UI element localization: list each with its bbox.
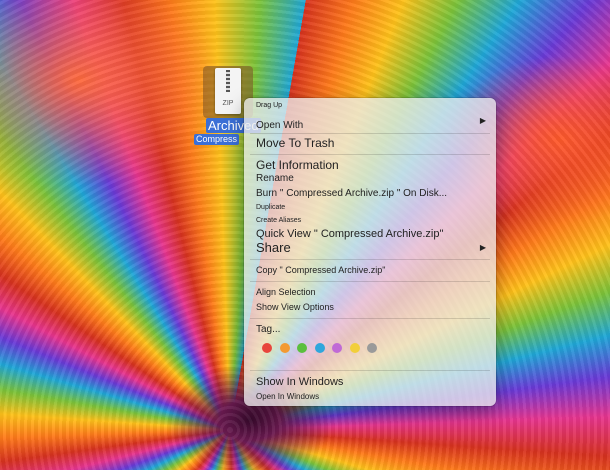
zipper-graphic (226, 70, 230, 92)
menu-separator (250, 259, 490, 260)
menu-item-show-view-options[interactable]: Show View Options (256, 302, 334, 312)
menu-item-create-aliases[interactable]: Create Aliases (256, 217, 301, 224)
menu-item-move-to-trash[interactable]: Move To Trash (256, 136, 334, 150)
menu-item-rename[interactable]: Rename (256, 173, 294, 184)
menu-item-get-information[interactable]: Get Information (256, 158, 339, 172)
context-menu: Drag Up Open With ▶ Move To Trash Get In… (244, 98, 496, 406)
menu-item-open-with[interactable]: Open With (256, 120, 303, 131)
submenu-arrow-icon: ▶ (479, 116, 486, 125)
zip-document-icon: ZIP (215, 68, 241, 114)
menu-item-duplicate[interactable]: Duplicate (256, 204, 285, 211)
menu-item-show-in-windows[interactable]: Show In Windows (256, 376, 343, 388)
menu-separator (250, 318, 490, 319)
tag-color-dot[interactable] (332, 343, 342, 353)
menu-separator (250, 281, 490, 282)
menu-item-open-in-windows[interactable]: Open In Windows (256, 392, 319, 401)
tag-color-dot[interactable] (349, 343, 360, 353)
zip-badge-label: ZIP (222, 100, 234, 107)
file-name-label-line2[interactable]: Compress (194, 134, 240, 145)
menu-item-share[interactable]: Share (256, 240, 291, 255)
menu-item-align-selection[interactable]: Align Selection (256, 287, 316, 297)
menu-item-burn[interactable]: Burn " Compressed Archive.zip " On Disk.… (256, 188, 447, 199)
tag-color-dot[interactable] (297, 343, 307, 353)
menu-item-quick-view[interactable]: Quick View " Compressed Archive.zip" (256, 228, 443, 240)
tag-color-dot[interactable] (367, 343, 377, 353)
tag-color-dot[interactable] (262, 343, 272, 353)
menu-separator (250, 133, 490, 134)
menu-item-copy[interactable]: Copy " Compressed Archive.zip" (256, 265, 385, 275)
submenu-arrow-icon: ▶ (479, 243, 486, 252)
menu-separator (250, 370, 490, 371)
menu-separator (250, 154, 490, 155)
tag-color-dot[interactable] (279, 343, 290, 353)
tag-color-dot[interactable] (314, 343, 325, 353)
menu-item-drag-up[interactable]: Drag Up (256, 102, 282, 109)
menu-item-tags[interactable]: Tag... (256, 324, 280, 335)
